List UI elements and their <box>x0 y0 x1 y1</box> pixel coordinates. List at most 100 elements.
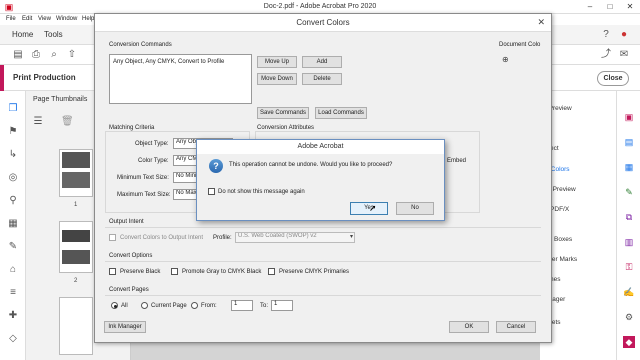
more-tools-icon[interactable]: ⚙ <box>623 311 635 323</box>
tool-accent-bar <box>0 65 4 91</box>
move-up-button[interactable]: Move Up <box>257 56 297 68</box>
combine-icon[interactable]: ⧉ <box>623 211 635 223</box>
promote-gray-checkbox[interactable] <box>171 268 178 275</box>
question-icon: ? <box>209 159 223 173</box>
window-title: Doc-2.pdf - Adobe Acrobat Pro 2020 <box>263 3 377 10</box>
destinations-icon[interactable]: ✚ <box>7 310 19 322</box>
export-pdf-icon[interactable]: ▣ <box>623 111 635 123</box>
page-number-2: 2 <box>74 278 78 284</box>
left-rail: ❐ ⚑ ↳ ◎ ⚲ ▦ ✎ ⌂ ≡ ✚ ◇ <box>0 91 26 360</box>
page-thumbnails-icon[interactable]: ❐ <box>7 103 19 115</box>
preserve-cmyk-label: Preserve CMYK Primaries <box>279 269 350 275</box>
delete-button[interactable]: Delete <box>302 73 342 85</box>
add-button[interactable]: Add <box>302 56 342 68</box>
load-commands-button[interactable]: Load Commands <box>315 107 367 119</box>
alert-message: This operation cannot be undone. Would y… <box>229 162 393 168</box>
profile-value: U.S. Web Coated (SWOP) v2 <box>238 233 317 239</box>
move-down-button[interactable]: Move Down <box>257 73 297 85</box>
divider <box>105 227 541 228</box>
thumb-options-icon[interactable]: ☰ <box>32 116 44 128</box>
label-icon[interactable]: ◇ <box>7 333 19 345</box>
mail-icon[interactable]: ✉ <box>618 49 630 61</box>
from-page-input[interactable]: 1 <box>231 300 253 311</box>
convert-output-intent-checkbox[interactable] <box>109 234 116 241</box>
conversion-commands-list[interactable]: Any Object, Any CMYK, Convert to Profile <box>109 54 252 104</box>
object-type-label: Object Type: <box>135 141 169 147</box>
mouse-cursor-icon: ➚ <box>369 203 377 213</box>
right-rail: ▣ ▤ ▦ ✎ ⧉ ▥ ⚿ ✍ ⚙ ◆ <box>616 91 640 360</box>
minimize-icon[interactable]: – <box>580 0 600 14</box>
tab-tools[interactable]: Tools <box>44 30 63 39</box>
menu-edit[interactable]: Edit <box>22 16 32 22</box>
min-text-size-label: Minimum Text Size: <box>117 175 169 181</box>
preserve-black-checkbox[interactable] <box>109 268 116 275</box>
menu-help[interactable]: Help <box>82 16 94 22</box>
window-titlebar: ▣ Doc-2.pdf - Adobe Acrobat Pro 2020 – □… <box>0 0 640 14</box>
create-pdf-icon[interactable]: ▦ <box>623 161 635 173</box>
color-type-value: Any CM <box>176 156 198 162</box>
conversion-commands-label: Conversion Commands <box>109 42 172 48</box>
divider <box>105 295 541 296</box>
no-button[interactable]: No <box>396 202 434 215</box>
output-intent-label: Output Intent <box>109 219 144 225</box>
user-icon[interactable]: ● <box>618 29 630 41</box>
save-icon[interactable]: ▤ <box>12 49 24 61</box>
menu-file[interactable]: File <box>6 16 16 22</box>
max-text-size-label: Maximum Text Size: <box>117 192 171 198</box>
ok-button[interactable]: OK <box>449 321 489 333</box>
info-icon[interactable]: ⊕ <box>502 55 509 64</box>
profile-select[interactable]: U.S. Web Coated (SWOP) v2 ▾ <box>235 232 355 243</box>
print-icon[interactable]: ⎙ <box>30 49 42 61</box>
print-production-icon[interactable]: ◆ <box>623 336 635 348</box>
attachment-icon[interactable]: ⚲ <box>7 195 19 207</box>
share-icon[interactable]: ⤴ <box>600 49 612 61</box>
close-window-icon[interactable]: ✕ <box>620 0 640 14</box>
delete-page-icon[interactable]: 🗑 <box>61 116 74 128</box>
tool-title: Print Production <box>13 73 76 82</box>
comment-icon[interactable]: ✎ <box>623 186 635 198</box>
tab-home[interactable]: Home <box>12 30 33 39</box>
thumb-image <box>62 152 90 168</box>
page-thumbnail-1[interactable] <box>59 149 93 197</box>
page-number-1: 1 <box>74 202 78 208</box>
protect-icon[interactable]: ⚿ <box>623 261 635 273</box>
from-label: From: <box>201 303 217 309</box>
menu-window[interactable]: Window <box>56 16 77 22</box>
arrow-icon[interactable]: ↳ <box>7 149 19 161</box>
preserve-cmyk-checkbox[interactable] <box>268 268 275 275</box>
convert-output-intent-label: Convert Colors to Output Intent <box>120 235 204 241</box>
alert-title: Adobe Acrobat <box>197 140 444 154</box>
menu-view[interactable]: View <box>38 16 51 22</box>
save-commands-button[interactable]: Save Commands <box>257 107 309 119</box>
dont-show-checkbox[interactable] <box>208 188 215 195</box>
promote-gray-label: Promote Gray to CMYK Black <box>182 269 262 275</box>
dialog-close-icon[interactable]: ✕ <box>537 17 545 28</box>
maximize-icon[interactable]: □ <box>600 0 620 14</box>
dialog-title: Convert Colors <box>95 14 551 32</box>
thumb-image <box>62 250 90 264</box>
all-pages-radio[interactable] <box>111 302 118 309</box>
ink-manager-button[interactable]: Ink Manager <box>104 321 146 333</box>
content-icon[interactable]: ▦ <box>7 218 19 230</box>
current-page-radio[interactable] <box>141 302 148 309</box>
organize-icon[interactable]: ▥ <box>623 236 635 248</box>
page-thumbnail-3[interactable] <box>59 297 93 355</box>
sign-icon[interactable]: ✎ <box>7 241 19 253</box>
fill-sign-icon[interactable]: ✍ <box>623 286 635 298</box>
document-colors-label: Document Colo <box>499 42 541 48</box>
close-tool-button[interactable]: Close <box>597 71 629 86</box>
page-thumbnail-2[interactable] <box>59 221 93 273</box>
search-icon[interactable]: ⌕ <box>48 49 60 61</box>
command-item[interactable]: Any Object, Any CMYK, Convert to Profile <box>113 59 224 65</box>
page-range-radio[interactable] <box>191 302 198 309</box>
order-icon[interactable]: ≡ <box>7 287 19 299</box>
edit-pdf-icon[interactable]: ▤ <box>623 136 635 148</box>
embed-label: Embed <box>447 158 467 164</box>
bookmark-icon[interactable]: ⚑ <box>7 126 19 138</box>
cancel-button[interactable]: Cancel <box>496 321 536 333</box>
help-icon[interactable]: ? <box>600 29 612 41</box>
layers-icon[interactable]: ◎ <box>7 172 19 184</box>
upload-icon[interactable]: ⇧ <box>66 49 78 61</box>
to-page-input[interactable]: 1 <box>271 300 293 311</box>
tags-icon[interactable]: ⌂ <box>7 264 19 276</box>
